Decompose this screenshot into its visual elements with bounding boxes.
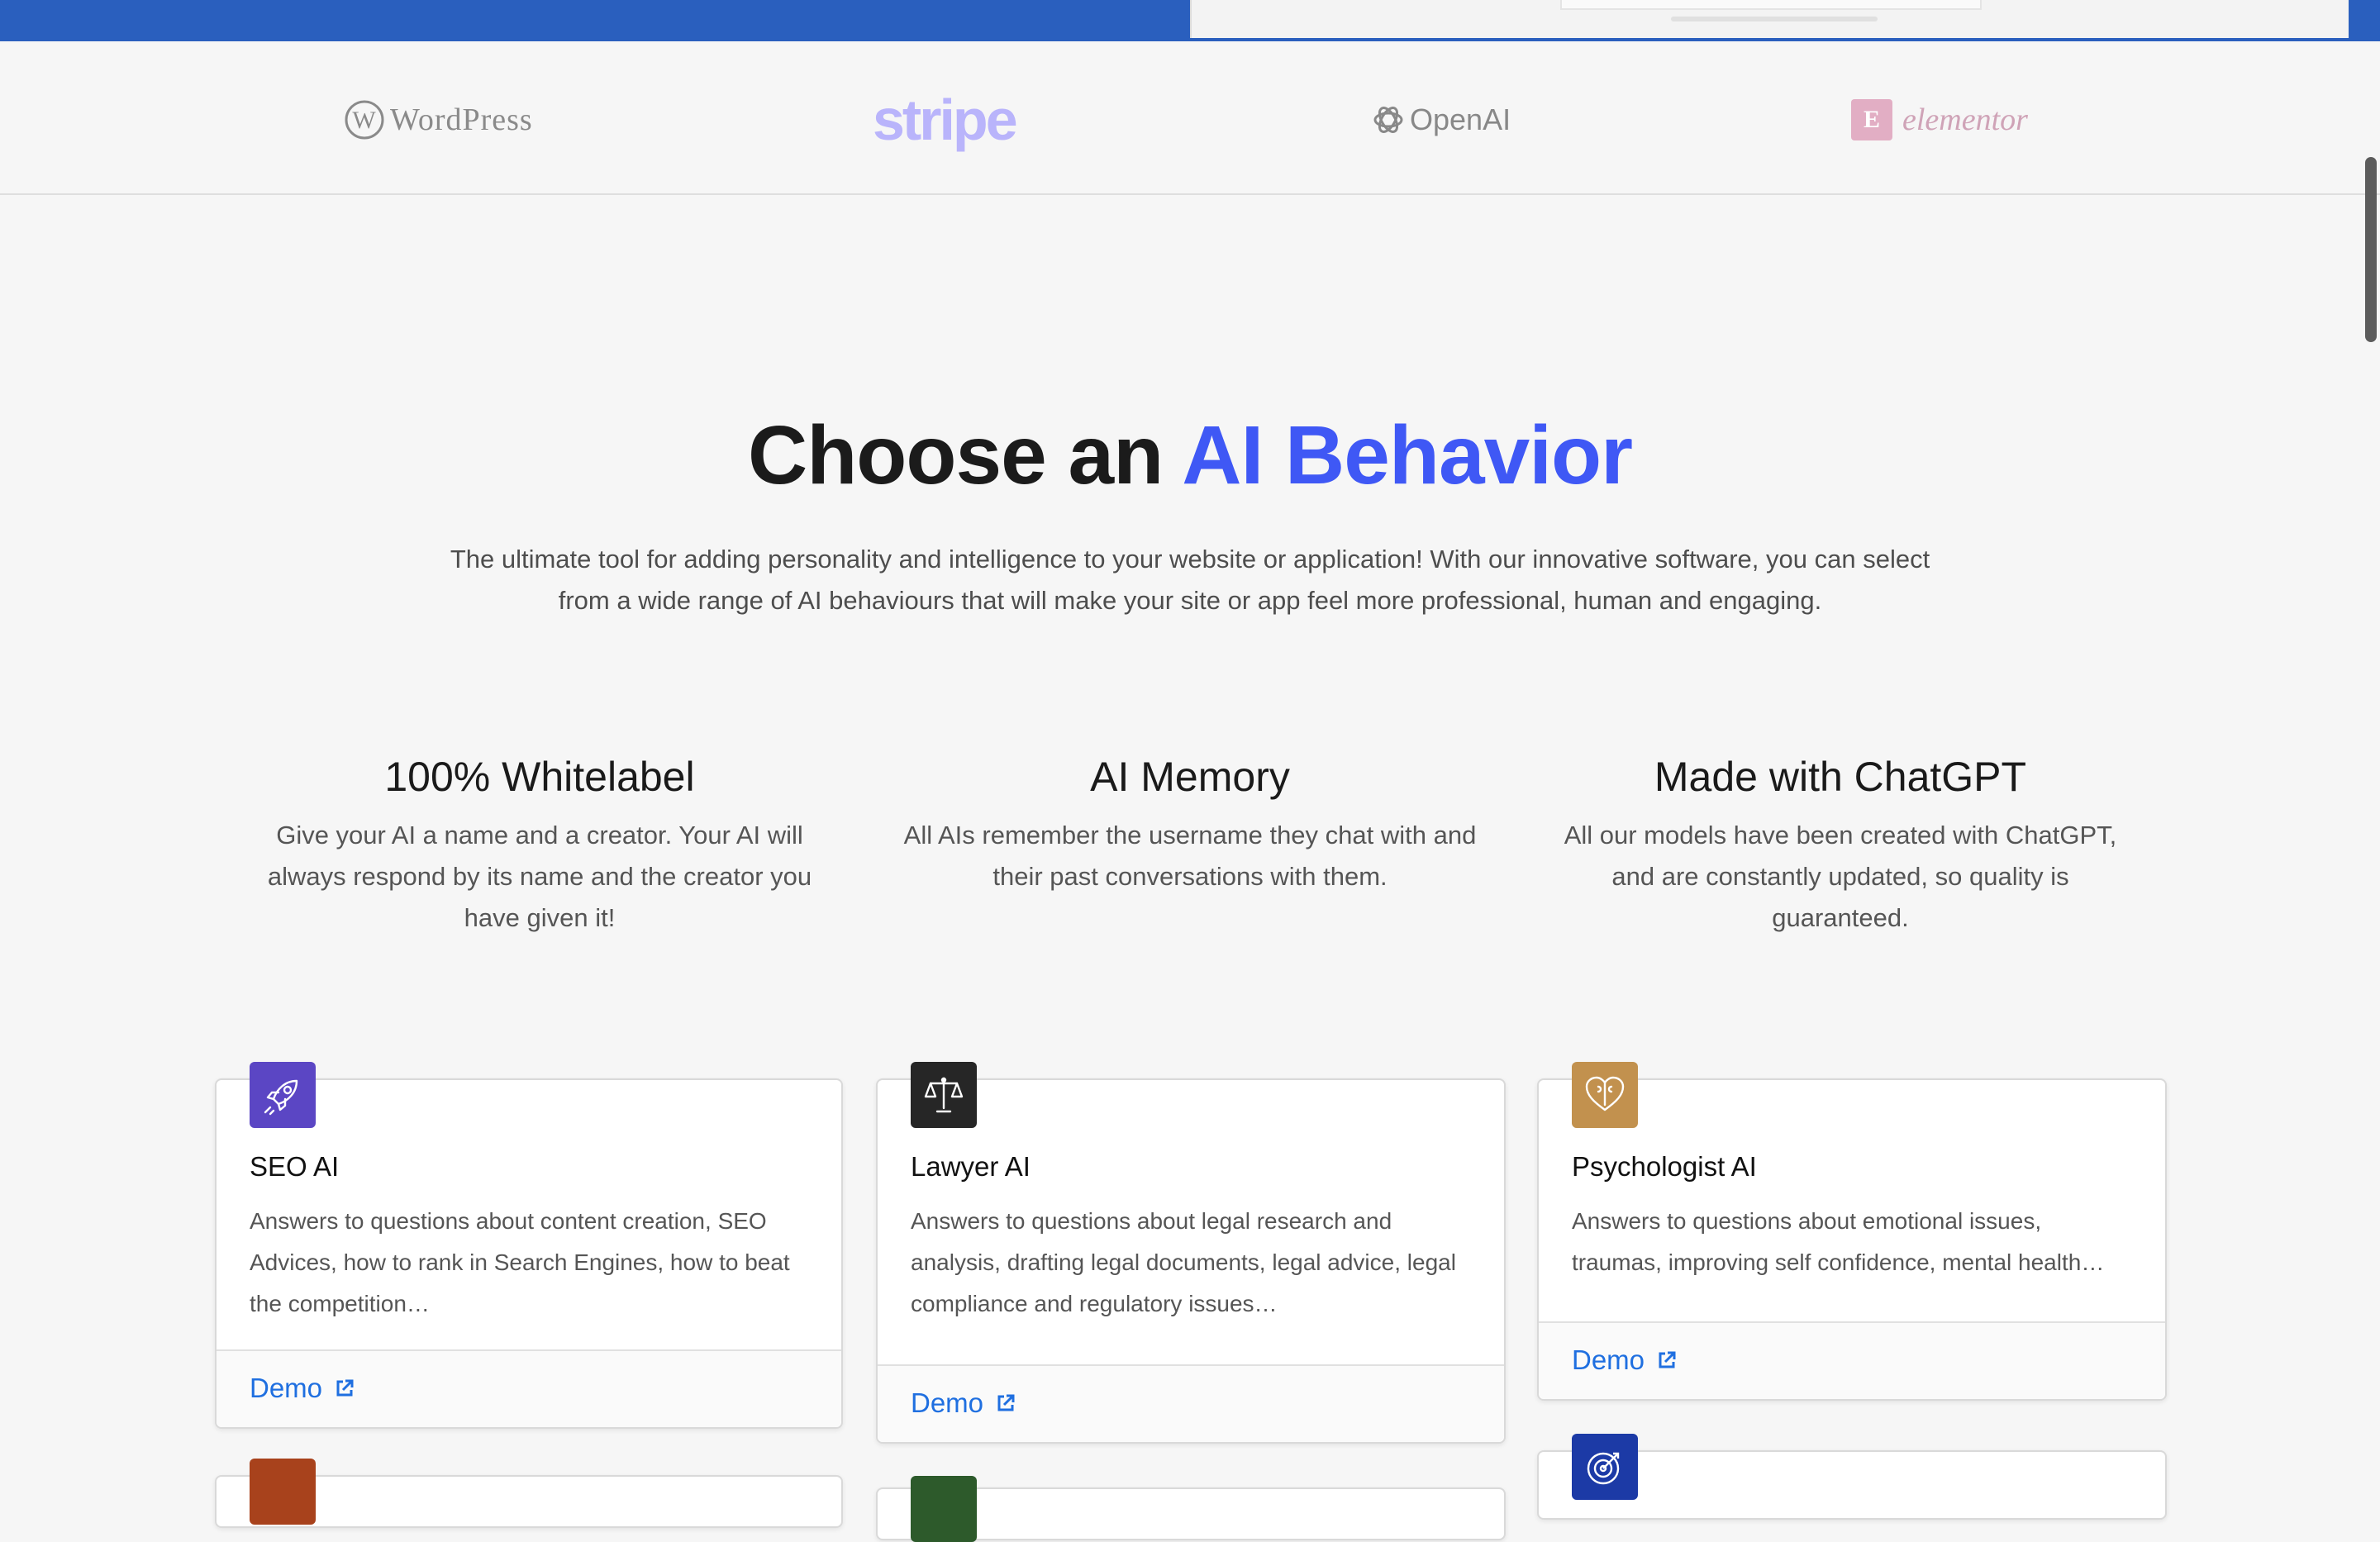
feature-title: 100% Whitelabel [384, 754, 695, 800]
lawyer-ai-demo-link[interactable]: Demo [911, 1387, 1016, 1419]
behavior-card-seo-ai: SEO AI Answers to questions about conten… [215, 1062, 843, 1429]
openai-logo: OpenAI [1372, 89, 1511, 150]
behavior-card-psychologist-ai: Psychologist AI Answers to questions abo… [1537, 1062, 2167, 1401]
external-link-icon [336, 1379, 354, 1397]
card-description: Answers to questions about emotional iss… [1572, 1208, 2105, 1275]
feature-text: All AIs remember the username they chat … [903, 821, 1477, 891]
elementor-logo-text: elementor [1902, 102, 2028, 137]
stripe-logo: stripe [873, 88, 1018, 152]
behavior-card-next-3 [1537, 1434, 2167, 1520]
scales-icon [911, 1062, 977, 1128]
feature-title: Made with ChatGPT [1654, 754, 2027, 800]
card-title: SEO AI [250, 1151, 340, 1182]
wordpress-logo-text: WordPress [390, 102, 533, 137]
external-link-icon [997, 1394, 1015, 1411]
demo-link-label: Demo [250, 1373, 323, 1403]
demo-link-label: Demo [911, 1387, 984, 1418]
heart-brain-icon [1572, 1062, 1638, 1128]
card-footer: Demo [1539, 1321, 2165, 1399]
svg-text:W: W [352, 107, 376, 134]
section-title-prefix: Choose an [748, 409, 1183, 502]
behavior-card-lawyer-ai: Lawyer AI Answers to questions about leg… [876, 1062, 1506, 1444]
card-title: Psychologist AI [1572, 1151, 1757, 1182]
seo-ai-demo-link[interactable]: Demo [250, 1373, 355, 1404]
card-description: Answers to questions about legal researc… [911, 1208, 1456, 1316]
feature-whitelabel: 100% Whitelabel Give your AI a name and … [242, 744, 837, 939]
card-description: Answers to questions about content creat… [250, 1208, 790, 1316]
top-banner-strip [0, 0, 2380, 41]
demo-link-label: Demo [1572, 1344, 1645, 1375]
openai-icon [1373, 107, 1403, 133]
behavior-card-next-2 [876, 1476, 1506, 1542]
next-card-icon [250, 1459, 316, 1525]
rocket-icon [250, 1062, 316, 1128]
wordpress-icon: W [345, 100, 384, 140]
feature-text: Give your AI a name and a creator. Your … [267, 821, 812, 932]
section-title: Choose an AI Behavior [0, 408, 2380, 503]
card-title: Lawyer AI [911, 1151, 1031, 1182]
elementor-logo: E elementor [1851, 89, 2028, 150]
partner-logos: W WordPress stripe OpenAI E elementor [0, 43, 2380, 195]
card-footer: Demo [217, 1349, 841, 1427]
feature-made-with-chatgpt: Made with ChatGPT All our models have be… [1543, 744, 2138, 939]
wordpress-logo: W WordPress [344, 89, 533, 150]
preview-caption [1671, 17, 1878, 21]
elementor-icon: E [1851, 99, 1892, 140]
app-preview-image [1190, 0, 2349, 38]
section-subtitle: The ultimate tool for adding personality… [450, 545, 1930, 615]
feature-ai-memory: AI Memory All AIs remember the username … [892, 744, 1488, 897]
target-icon [1572, 1434, 1638, 1500]
page-scrollbar-thumb[interactable] [2365, 157, 2377, 342]
behavior-card-next-1 [215, 1459, 843, 1528]
card-footer: Demo [878, 1364, 1504, 1442]
external-link-icon [1659, 1351, 1676, 1368]
openai-logo-text: OpenAI [1410, 102, 1511, 136]
preview-input-bar [1560, 0, 1982, 10]
psychologist-ai-demo-link[interactable]: Demo [1572, 1344, 1678, 1376]
feature-text: All our models have been created with Ch… [1564, 821, 2117, 932]
feature-title: AI Memory [1090, 754, 1290, 800]
stripe-logo-text: stripe [873, 88, 1018, 152]
section-title-accent: AI Behavior [1182, 409, 1633, 502]
next-card-icon [911, 1476, 977, 1542]
